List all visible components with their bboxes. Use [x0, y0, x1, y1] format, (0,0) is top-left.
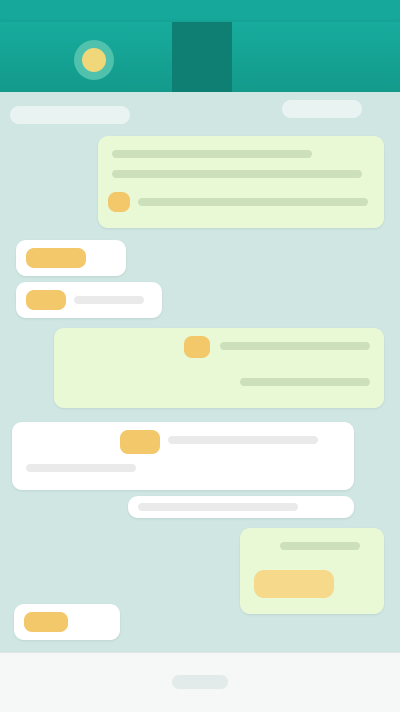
- message-text-line: [168, 436, 318, 444]
- incoming-message-bubble[interactable]: [16, 282, 162, 318]
- emoji-icon: [26, 290, 66, 310]
- message-text-line: [220, 342, 370, 350]
- message-list[interactable]: [0, 92, 400, 652]
- contact-title-area[interactable]: [172, 22, 232, 92]
- message-text-line: [112, 150, 312, 158]
- message-text-line: [74, 296, 144, 304]
- emoji-icon: [24, 612, 68, 632]
- status-bar: [0, 0, 400, 22]
- message-text-line: [26, 464, 136, 472]
- incoming-message-bubble[interactable]: [128, 496, 354, 518]
- message-text-line: [240, 378, 370, 386]
- outgoing-message-bubble[interactable]: [98, 136, 384, 228]
- incoming-message-bubble[interactable]: [14, 604, 120, 640]
- message-text-line: [138, 503, 298, 511]
- message-text-line: [112, 170, 362, 178]
- emoji-icon: [108, 192, 130, 212]
- avatar-face-icon: [82, 48, 106, 72]
- incoming-message-bubble[interactable]: [16, 240, 126, 276]
- message-text-line: [138, 198, 368, 206]
- message-text-line: [280, 542, 360, 550]
- emoji-icon: [26, 248, 86, 268]
- system-timestamp-pill: [282, 100, 362, 118]
- outgoing-message-bubble[interactable]: [240, 528, 384, 614]
- sticker-image[interactable]: [254, 570, 334, 598]
- emoji-icon: [184, 336, 210, 358]
- avatar[interactable]: [74, 40, 114, 80]
- system-timestamp-pill: [10, 106, 130, 124]
- chat-header: [0, 22, 400, 92]
- emoji-icon: [120, 430, 160, 454]
- outgoing-message-bubble[interactable]: [54, 328, 384, 408]
- incoming-message-bubble[interactable]: [12, 422, 354, 490]
- message-input[interactable]: [172, 675, 228, 689]
- composer-bar: [0, 652, 400, 712]
